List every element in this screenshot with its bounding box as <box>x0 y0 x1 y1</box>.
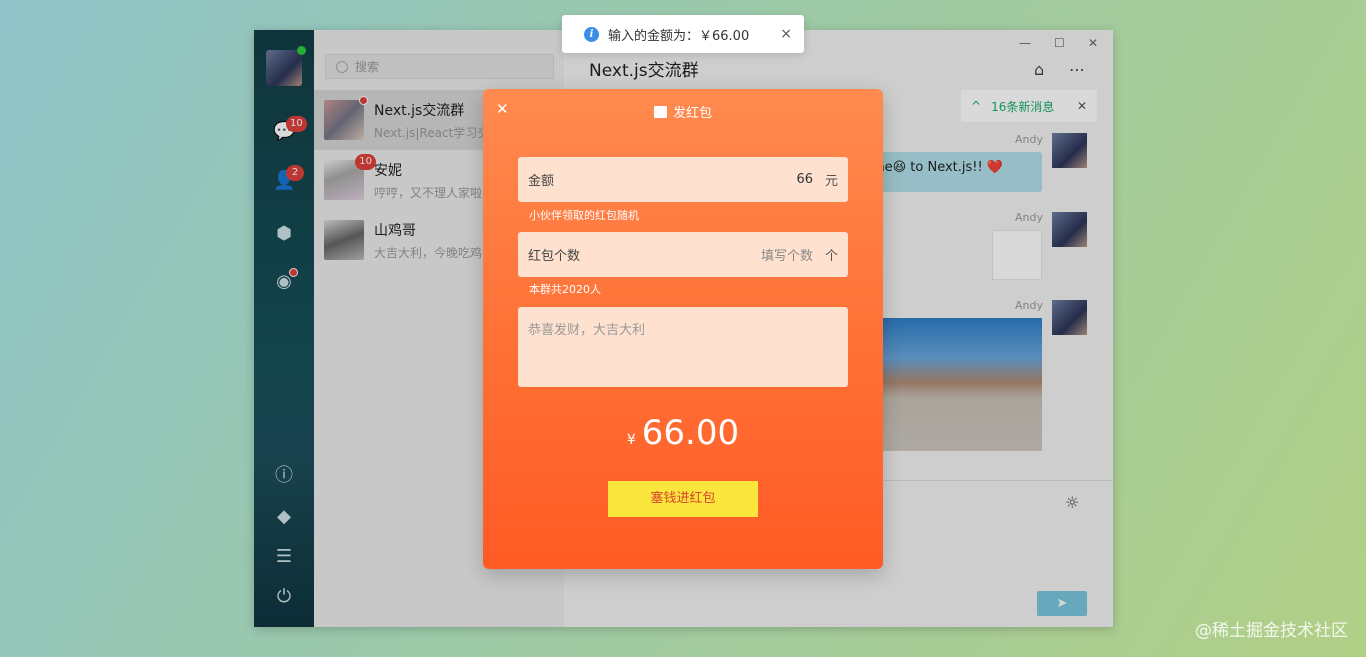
red-packet-dialog: ✕ 发红包 金额 66 元 小伙伴领取的红包随机 红包个数 填写个数 个 本群共… <box>483 89 883 569</box>
blessing-message-input[interactable]: 恭喜发财，大吉大利 <box>518 307 848 387</box>
currency-symbol: ¥ <box>626 432 636 448</box>
toast-close-button[interactable]: × <box>780 26 792 42</box>
amount-unit: 元 <box>824 174 838 189</box>
total-amount: ¥66.00 <box>483 413 883 453</box>
count-label: 红包个数 <box>528 249 581 264</box>
total-value: 66.00 <box>641 413 740 453</box>
toast-notification: i 输入的金额为：￥66.00 × <box>562 15 804 53</box>
dialog-title: 发红包 <box>483 102 883 121</box>
watermark: @稀土掘金技术社区 <box>1195 621 1348 641</box>
toast-message: 输入的金额为：￥66.00 <box>608 28 750 44</box>
count-placeholder: 填写个数 <box>760 249 813 264</box>
amount-field[interactable]: 金额 66 元 <box>518 157 848 202</box>
envelope-icon <box>653 106 667 118</box>
amount-label: 金额 <box>528 174 555 189</box>
info-icon: i <box>584 26 599 42</box>
submit-red-packet-button[interactable]: 塞钱进红包 <box>608 481 758 517</box>
count-field[interactable]: 红包个数 填写个数 个 <box>518 232 848 277</box>
amount-hint: 小伙伴领取的红包随机 <box>529 209 639 222</box>
amount-value: 66 <box>796 172 813 187</box>
count-hint: 本群共2020人 <box>529 283 601 296</box>
count-unit: 个 <box>824 249 838 264</box>
